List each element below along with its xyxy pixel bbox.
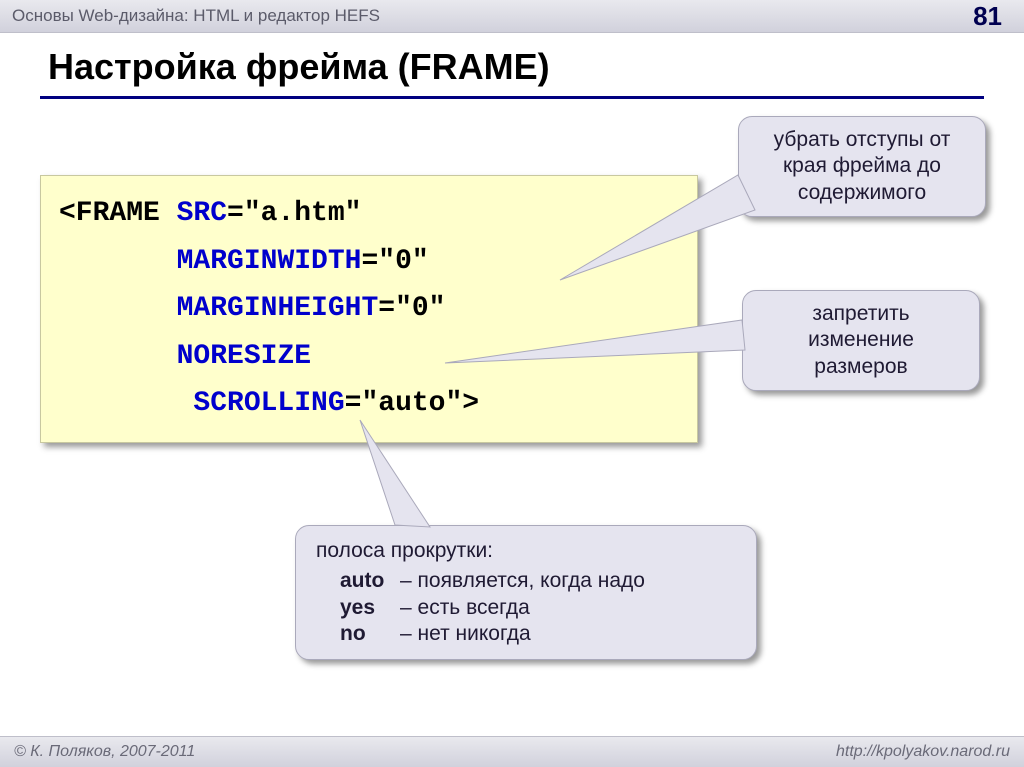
slide-footer: © К. Поляков, 2007-2011 http://kpolyakov…	[0, 736, 1024, 767]
copyright: © К. Поляков, 2007-2011	[14, 743, 195, 761]
pointer-scrolling	[0, 0, 1024, 767]
footer-url: http://kpolyakov.narod.ru	[836, 743, 1010, 761]
